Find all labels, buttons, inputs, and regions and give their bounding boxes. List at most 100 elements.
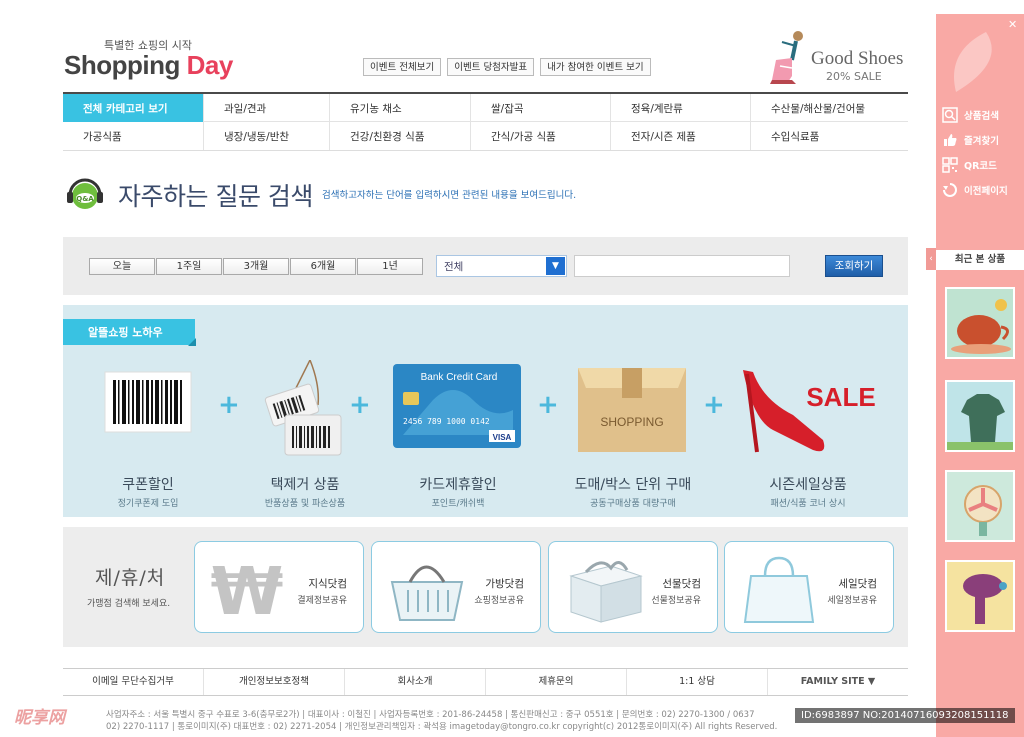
- partner-card-sale[interactable]: 세일닷컴 세일정보공유: [724, 541, 894, 633]
- recent-product-item[interactable]: [945, 380, 1015, 452]
- period-today-button[interactable]: 오늘: [89, 258, 155, 275]
- plus-icon: +: [349, 390, 371, 420]
- footer-consult-link[interactable]: 1:1 상담: [627, 669, 768, 695]
- category-row-2: 가공식품 냉장/냉동/반찬 건강/친환경 식품 간식/가공 식품 전자/시즌 제…: [63, 122, 908, 150]
- barcode-icon: [104, 371, 192, 433]
- plus-icon: +: [703, 390, 725, 420]
- sidebar-toggle-button[interactable]: ‹: [926, 248, 936, 270]
- recent-product-item[interactable]: [945, 560, 1015, 632]
- fan-illustration-icon: [947, 472, 1013, 540]
- recent-products-label: 최근 본 상품: [936, 250, 1024, 270]
- footer-address: 사업자주소 : 서울 특별시 중구 수표로 3-6(충무로2가) | 대표이사 …: [106, 709, 906, 733]
- sidebar-item-favorites[interactable]: 즐겨찾기: [942, 127, 1022, 152]
- knowhow-desc: 반품상품 및 파손상품: [264, 499, 346, 509]
- knowhow-name: 쿠폰할인: [122, 477, 174, 493]
- recent-product-item[interactable]: [945, 287, 1015, 359]
- period-1week-button[interactable]: 1주일: [156, 258, 222, 275]
- shoe-character-icon: [770, 31, 803, 84]
- thumbs-up-icon: [944, 133, 957, 146]
- footer-privacy-link[interactable]: 개인정보보호정책: [204, 669, 345, 695]
- teacup-illustration-icon: [947, 289, 1013, 357]
- category-processed[interactable]: 가공식품: [63, 122, 204, 150]
- category-select-value: 전체: [444, 261, 464, 273]
- search-bar: 오늘 1주일 3개월 6개월 1년 전체 ▼ 조회하기: [63, 237, 908, 295]
- partner-card-bag[interactable]: 가방닷컴 쇼핑정보공유: [371, 541, 541, 633]
- sidebar-item-product-search[interactable]: 상품검색: [942, 102, 1022, 127]
- chevron-down-icon[interactable]: ▼: [546, 257, 565, 275]
- partner-card-gift[interactable]: 선물닷컴 선물정보공유: [548, 541, 718, 633]
- svg-text:₩: ₩: [211, 553, 284, 624]
- shopping-basket-icon: [390, 565, 464, 621]
- category-fruit[interactable]: 과일/견과: [204, 94, 330, 122]
- high-heel-sale-icon: SALE: [743, 370, 876, 453]
- sidebar-item-qrcode[interactable]: QR코드: [942, 152, 1022, 177]
- knowhow-item-card[interactable]: Bank Credit Card 2456 789 1000 0142 VISA…: [383, 360, 533, 509]
- sidebar-menu: 상품검색 즐겨찾기 QR코드 이전페이지: [942, 102, 1022, 202]
- box-label-text: SHOPPING: [600, 415, 663, 429]
- period-1year-button[interactable]: 1년: [357, 258, 423, 275]
- sale-text: SALE: [806, 382, 875, 412]
- sidebar-item-previous-page[interactable]: 이전페이지: [942, 177, 1022, 202]
- knowhow-desc: 공동구매상품 대량구매: [590, 499, 676, 509]
- category-health[interactable]: 건강/친환경 식품: [330, 122, 471, 150]
- footer-about-link[interactable]: 회사소개: [345, 669, 486, 695]
- period-3month-button[interactable]: 3개월: [223, 258, 289, 275]
- site-logo[interactable]: Shopping Day: [64, 50, 233, 81]
- knowhow-desc: 포인트/캐쉬백: [431, 499, 485, 509]
- qr-code-icon: [942, 156, 958, 173]
- category-frozen[interactable]: 냉장/냉동/반찬: [204, 122, 330, 150]
- footer-nav: 이메일 무단수집거부 개인정보보호정책 회사소개 제휴문의 1:1 상담 FAM…: [63, 668, 908, 696]
- knowhow-item-coupon[interactable]: 쿠폰할인 정기쿠폰제 도입: [73, 360, 223, 509]
- category-select[interactable]: 전체 ▼: [436, 255, 567, 277]
- category-nav: 전체 카테고리 보기 과일/견과 유기농 채소 쌀/잡곡 정육/계란류 수산물/…: [63, 92, 908, 151]
- sidebar-item-label: 이전페이지: [964, 185, 1008, 197]
- logo-text-day: Day: [186, 50, 234, 80]
- knowhow-desc: 패션/식품 코너 상시: [770, 499, 846, 509]
- my-events-link[interactable]: 내가 참여한 이벤트 보기: [540, 58, 651, 76]
- partner-desc: 쇼핑정보공유: [474, 596, 524, 606]
- event-links: 이벤트 전체보기 이벤트 당첨자발표 내가 참여한 이벤트 보기: [363, 58, 651, 76]
- footer-email-policy-link[interactable]: 이메일 무단수집거부: [63, 669, 204, 695]
- category-electronics[interactable]: 전자/시즌 제품: [611, 122, 751, 150]
- knowhow-name: 시즌세일상품: [769, 477, 847, 493]
- category-seafood[interactable]: 수산물/해산물/건어물: [751, 94, 908, 122]
- partners-subtitle: 가맹점 검색해 보세요.: [87, 599, 171, 609]
- footer-partnership-link[interactable]: 제휴문의: [486, 669, 627, 695]
- promo-banner[interactable]: Good Shoes 20% SALE: [762, 30, 912, 90]
- category-organic[interactable]: 유기농 채소: [330, 94, 471, 122]
- recent-product-item[interactable]: [945, 470, 1015, 542]
- event-all-link[interactable]: 이벤트 전체보기: [363, 58, 442, 76]
- quick-sidebar: ✕ 상품검색 즐겨찾기 QR코드 이전페이지 최근 본 상품: [936, 14, 1024, 737]
- logo-text-shopping: Shopping: [64, 50, 187, 80]
- shopping-bag-icon: [743, 556, 815, 623]
- hairdryer-illustration-icon: [947, 562, 1013, 630]
- knowhow-item-sale[interactable]: SALE 시즌세일상품 패션/식품 코너 상시: [733, 360, 883, 509]
- period-6month-button[interactable]: 6개월: [290, 258, 356, 275]
- partner-card-knowledge[interactable]: ₩ 지식닷컴 결제정보공유: [194, 541, 364, 633]
- event-winners-link[interactable]: 이벤트 당첨자발표: [447, 58, 535, 76]
- page-title: 자주하는 질문 검색: [118, 182, 313, 211]
- svg-text:Q&A: Q&A: [76, 195, 94, 203]
- category-row-1: 전체 카테고리 보기 과일/견과 유기농 채소 쌀/잡곡 정육/계란류 수산물/…: [63, 94, 908, 122]
- knowhow-name: 도매/박스 단위 구매: [574, 477, 692, 493]
- headset-qa-icon: Q&A: [67, 178, 103, 209]
- family-site-dropdown[interactable]: FAMILY SITE ▼: [768, 669, 908, 695]
- knowhow-tab: 알뜰쇼핑 노하우: [63, 319, 196, 346]
- watermark-id: ID:6983897 NO:20140716093208151118: [795, 708, 1015, 723]
- leaf-decoration-icon: [954, 32, 992, 92]
- partner-name: 지식닷컴: [308, 578, 347, 590]
- category-meat[interactable]: 정육/계란류: [611, 94, 751, 122]
- partner-name: 가방닷컴: [485, 578, 524, 590]
- category-imported[interactable]: 수입식료품: [751, 122, 908, 150]
- category-all[interactable]: 전체 카테고리 보기: [63, 94, 204, 122]
- category-snack[interactable]: 간식/가공 식품: [471, 122, 611, 150]
- partners-title: 제/휴/처: [95, 567, 166, 589]
- category-rice[interactable]: 쌀/잡곡: [471, 94, 611, 122]
- promo-title: Good Shoes: [811, 48, 904, 69]
- search-button[interactable]: 조회하기: [825, 255, 883, 277]
- knowhow-item-tag[interactable]: 택제거 상품 반품상품 및 파손상품: [230, 359, 380, 509]
- knowhow-item-box[interactable]: SHOPPING 도매/박스 단위 구매 공동구매상품 대량구매: [558, 360, 708, 509]
- card-number-text: 2456 789 1000 0142: [403, 417, 490, 426]
- search-input[interactable]: [574, 255, 790, 277]
- search-icon: [942, 106, 958, 123]
